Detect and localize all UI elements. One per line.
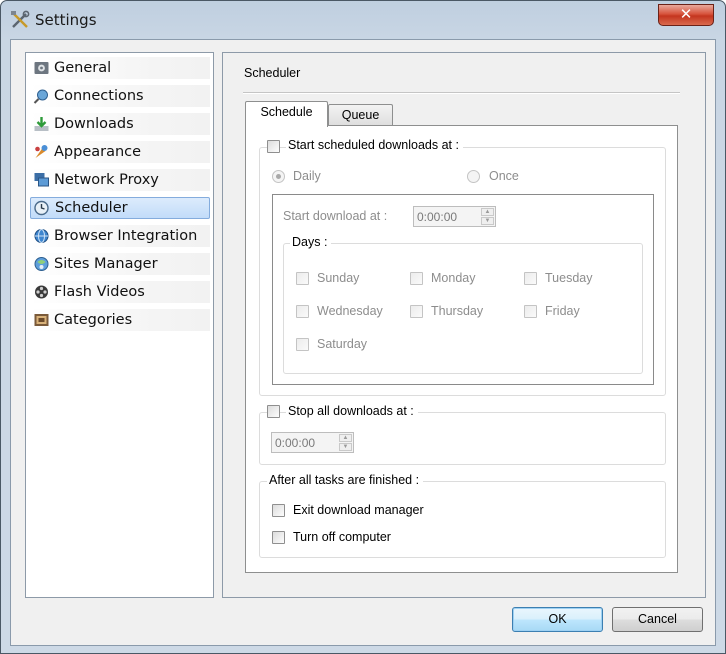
sidebar-item-label: Network Proxy — [54, 172, 159, 188]
sidebar-item-label: Browser Integration — [54, 228, 198, 244]
sidebar-item-sites-manager[interactable]: Sites Manager — [30, 253, 210, 275]
day-thursday-label: Thursday — [431, 304, 484, 318]
schedule-tab-page: Start scheduled downloads at : Daily Onc… — [245, 125, 678, 573]
once-radio[interactable] — [467, 170, 480, 183]
tab-queue[interactable]: Queue — [328, 104, 393, 127]
tab-schedule[interactable]: Schedule — [245, 101, 328, 127]
sites-manager-icon — [34, 257, 49, 271]
scheduler-icon — [34, 200, 49, 216]
daily-radio[interactable] — [272, 170, 285, 183]
sidebar-item-categories[interactable]: Categories — [30, 309, 210, 331]
sidebar-item-label: Sites Manager — [54, 256, 158, 272]
sidebar-item-appearance[interactable]: Appearance — [30, 141, 210, 163]
title-bar[interactable]: Settings ✕ — [1, 1, 725, 39]
close-button[interactable]: ✕ — [658, 4, 714, 26]
panel-title: Scheduler — [244, 66, 301, 80]
day-friday-checkbox[interactable] — [524, 305, 537, 318]
close-icon: ✕ — [679, 5, 693, 23]
tab-label: Schedule — [260, 105, 313, 119]
once-label: Once — [489, 169, 519, 183]
spinner-up-icon[interactable]: ▲ — [481, 208, 494, 216]
exit-manager-label: Exit download manager — [293, 503, 424, 517]
flash-videos-icon — [35, 285, 48, 299]
spinner-down-icon[interactable]: ▼ — [339, 443, 352, 451]
tab-label: Queue — [341, 108, 380, 122]
scheduler-panel: Scheduler Schedule Queue Start scheduled… — [222, 52, 706, 598]
day-monday-checkbox[interactable] — [410, 272, 423, 285]
sidebar-item-downloads[interactable]: Downloads — [30, 113, 210, 135]
daily-label: Daily — [293, 169, 321, 183]
sidebar-item-label: General — [54, 60, 112, 76]
spinner-down-icon[interactable]: ▼ — [481, 217, 494, 225]
day-sunday-checkbox[interactable] — [296, 272, 309, 285]
day-saturday-label: Saturday — [317, 337, 368, 351]
day-thursday-checkbox[interactable] — [410, 305, 423, 318]
title-divider — [243, 92, 680, 94]
sidebar-item-label: Flash Videos — [54, 284, 145, 300]
window-title: Settings — [35, 11, 97, 29]
cancel-button-label: Cancel — [638, 612, 677, 626]
sidebar-item-scheduler[interactable]: Scheduler — [30, 197, 210, 219]
exit-manager-checkbox[interactable] — [272, 504, 285, 517]
sidebar-item-connections[interactable]: Connections — [30, 85, 210, 107]
appearance-icon — [35, 145, 48, 158]
connections-icon — [33, 89, 48, 104]
sidebar-item-label: Categories — [54, 312, 133, 328]
stop-time-value: 0:00:00 — [275, 436, 316, 450]
start-scheduled-label: Start scheduled downloads at : — [286, 138, 463, 152]
start-time-label: Start download at : — [283, 209, 388, 223]
sidebar-item-label: Scheduler — [55, 200, 128, 216]
start-scheduled-checkbox[interactable] — [267, 140, 280, 153]
cancel-button[interactable]: Cancel — [612, 607, 703, 632]
dialog-body: General Connections Downloads Appearance — [10, 39, 716, 646]
ok-button[interactable]: OK — [512, 607, 603, 632]
categories-icon — [34, 314, 49, 326]
day-tuesday-label: Tuesday — [545, 271, 593, 285]
turn-off-computer-checkbox[interactable] — [272, 531, 285, 544]
day-friday-label: Friday — [545, 304, 580, 318]
ok-button-label: OK — [548, 612, 567, 626]
sidebar-item-flash-videos[interactable]: Flash Videos — [30, 281, 210, 303]
after-tasks-group — [259, 481, 666, 558]
downloads-icon — [34, 117, 49, 131]
network-proxy-icon — [34, 173, 49, 187]
settings-category-list: General Connections Downloads Appearance — [25, 52, 214, 598]
day-sunday-label: Sunday — [317, 271, 360, 285]
spinner-up-icon[interactable]: ▲ — [339, 434, 352, 442]
settings-window: Settings ✕ General Connections Downloads… — [0, 0, 726, 654]
sidebar-item-label: Appearance — [54, 144, 142, 160]
sidebar-item-label: Downloads — [54, 116, 134, 132]
day-monday-label: Monday — [431, 271, 476, 285]
stop-downloads-label: Stop all downloads at : — [286, 404, 418, 418]
sidebar-item-label: Connections — [54, 88, 144, 104]
stop-time-arrows: ▲ ▼ — [339, 434, 352, 451]
day-wednesday-label: Wednesday — [317, 304, 383, 318]
sidebar-item-general[interactable]: General — [30, 57, 210, 79]
after-tasks-title: After all tasks are finished : — [267, 473, 424, 487]
start-time-value: 0:00:00 — [417, 210, 458, 224]
days-title: Days : — [290, 235, 332, 249]
day-tuesday-checkbox[interactable] — [524, 272, 537, 285]
day-saturday-checkbox[interactable] — [296, 338, 309, 351]
browser-integration-icon — [34, 229, 49, 243]
sidebar-item-network-proxy[interactable]: Network Proxy — [30, 169, 210, 191]
general-icon — [34, 62, 49, 74]
start-time-arrows: ▲ ▼ — [481, 208, 494, 225]
stop-time-spinner[interactable]: 0:00:00 ▲ ▼ — [271, 432, 354, 453]
settings-tools-icon — [11, 10, 30, 28]
turn-off-computer-label: Turn off computer — [293, 530, 391, 544]
start-time-spinner[interactable]: 0:00:00 ▲ ▼ — [413, 206, 496, 227]
day-wednesday-checkbox[interactable] — [296, 305, 309, 318]
sidebar-item-browser-integration[interactable]: Browser Integration — [30, 225, 210, 247]
stop-downloads-checkbox[interactable] — [267, 405, 280, 418]
